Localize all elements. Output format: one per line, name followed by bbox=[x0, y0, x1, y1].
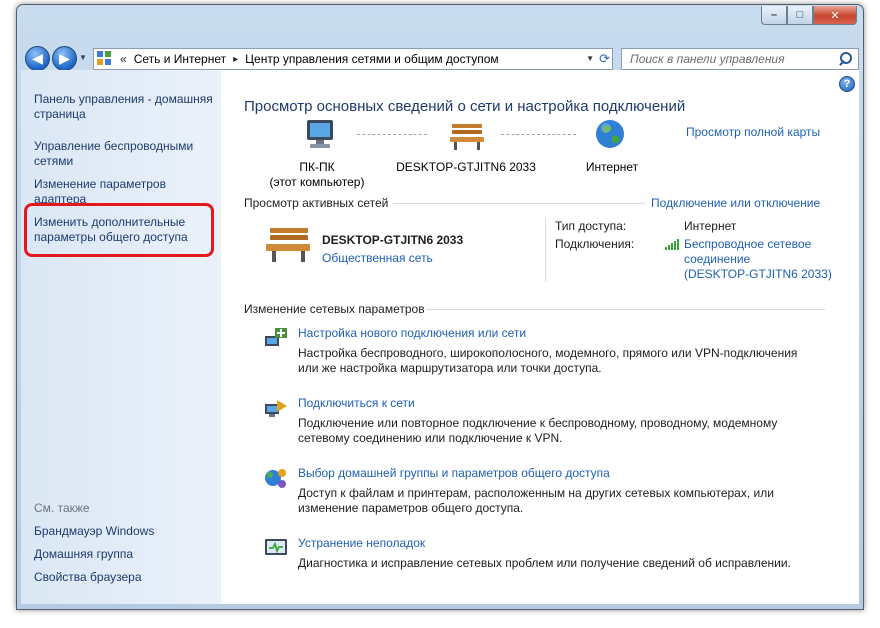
map-node-pc-name: ПК-ПК bbox=[299, 160, 335, 174]
full-map-link[interactable]: Просмотр полной карты bbox=[686, 125, 820, 139]
homegroup-icon bbox=[265, 469, 286, 488]
search-icon[interactable] bbox=[836, 49, 856, 69]
bench-icon bbox=[450, 124, 484, 150]
computer-icon bbox=[307, 120, 333, 148]
breadcrumb-network-center[interactable]: Центр управления сетями и общим доступом bbox=[241, 52, 503, 66]
back-button[interactable]: ◀ bbox=[25, 46, 50, 71]
breadcrumb-separator-icon[interactable]: ▸ bbox=[230, 54, 241, 65]
recent-pages-dropdown[interactable]: ▼ bbox=[79, 53, 87, 62]
access-type-value: Интернет bbox=[684, 219, 737, 233]
section-divider bbox=[393, 203, 645, 204]
task-new-connection-desc: Настройка беспроводного, широкополосного… bbox=[298, 346, 798, 360]
breadcrumb-network-internet[interactable]: Сеть и Интернет bbox=[130, 52, 230, 66]
content-area: Панель управления - домашняя страница Уп… bbox=[21, 70, 859, 604]
navigation-bar: ◀ ▶ ▼ « Сеть и Интернет ▸ Центр управлен… bbox=[23, 45, 859, 73]
control-panel-icon bbox=[97, 51, 113, 67]
map-node-pc[interactable]: ПК-ПК (этот компьютер) bbox=[267, 160, 367, 190]
map-node-internet[interactable]: Интернет bbox=[577, 160, 647, 175]
sidebar-link-homegroup[interactable]: Домашняя группа bbox=[34, 547, 133, 562]
wireless-connection-link[interactable]: Беспроводное сетевое соединение (DESKTOP… bbox=[684, 237, 844, 282]
forward-arrow-icon: ▶ bbox=[59, 50, 70, 66]
internet-globe-icon bbox=[596, 120, 624, 148]
network-type-link[interactable]: Общественная сеть bbox=[322, 251, 433, 266]
back-arrow-icon: ◀ bbox=[32, 50, 43, 66]
map-node-pc-desc: (этот компьютер) bbox=[269, 175, 365, 189]
change-settings-heading: Изменение сетевых параметров bbox=[244, 302, 425, 316]
close-button[interactable]: ✕ bbox=[813, 6, 857, 25]
wireless-connection-line2[interactable]: соединение bbox=[684, 252, 844, 267]
caption-buttons: – □ ✕ bbox=[761, 6, 857, 25]
search-box[interactable]: Поиск в панели управления bbox=[621, 48, 859, 70]
search-input[interactable]: Поиск в панели управления bbox=[622, 52, 836, 66]
highlight-box bbox=[24, 203, 214, 257]
address-bar[interactable]: « Сеть и Интернет ▸ Центр управления сет… bbox=[93, 48, 613, 70]
connect-disconnect-link[interactable]: Подключение или отключение bbox=[651, 196, 820, 211]
forward-button[interactable]: ▶ bbox=[52, 46, 77, 71]
task-troubleshoot-desc: Диагностика и исправление сетевых пробле… bbox=[298, 556, 791, 570]
sidebar-link-browser[interactable]: Свойства браузера bbox=[34, 570, 142, 585]
task-homegroup-desc2: изменение параметров общего доступа. bbox=[298, 501, 524, 515]
task-homegroup-link[interactable]: Выбор домашней группы и параметров общег… bbox=[298, 466, 610, 481]
refresh-icon[interactable]: ⟳ bbox=[599, 51, 610, 67]
new-connection-icon bbox=[265, 328, 287, 346]
task-connect-desc2: сетевому соединению или подключение к VP… bbox=[298, 431, 563, 445]
maximize-button[interactable]: □ bbox=[787, 6, 813, 25]
sidebar-item-wireless[interactable]: Управление беспроводными сетями bbox=[34, 139, 214, 169]
sidebar: Панель управления - домашняя страница Уп… bbox=[21, 70, 221, 604]
access-type-label: Тип доступа: bbox=[555, 219, 627, 233]
troubleshoot-icon bbox=[265, 539, 287, 555]
task-new-connection-link[interactable]: Настройка нового подключения или сети bbox=[298, 326, 526, 341]
map-link-line bbox=[357, 134, 427, 135]
section-divider bbox=[426, 309, 825, 310]
map-link-line bbox=[501, 134, 576, 135]
wireless-connection-line3[interactable]: (DESKTOP-GTJITN6 2033) bbox=[684, 267, 844, 282]
active-network-name: DESKTOP-GTJITN6 2033 bbox=[322, 233, 464, 247]
connect-network-icon bbox=[265, 400, 287, 417]
vertical-divider bbox=[545, 218, 546, 282]
signal-strength-icon bbox=[665, 239, 679, 250]
see-also-heading: См. также bbox=[34, 501, 90, 515]
task-new-connection-desc2: или же настройка маршрутизатора или точк… bbox=[298, 361, 602, 375]
task-troubleshoot-link[interactable]: Устранение неполадок bbox=[298, 536, 425, 551]
task-connect-link[interactable]: Подключиться к сети bbox=[298, 396, 415, 411]
sidebar-item-home[interactable]: Панель управления - домашняя страница bbox=[34, 92, 214, 122]
active-networks-heading: Просмотр активных сетей bbox=[244, 196, 389, 210]
page-title: Просмотр основных сведений о сети и наст… bbox=[244, 98, 686, 115]
sidebar-link-firewall[interactable]: Брандмауэр Windows bbox=[34, 524, 154, 539]
task-homegroup-desc: Доступ к файлам и принтерам, расположенн… bbox=[298, 486, 774, 500]
bench-icon bbox=[266, 228, 310, 262]
address-dropdown-icon[interactable]: ▼ bbox=[586, 54, 594, 63]
minimize-button[interactable]: – bbox=[761, 6, 787, 25]
wireless-connection-line1[interactable]: Беспроводное сетевое bbox=[684, 237, 844, 252]
help-icon[interactable]: ? bbox=[839, 76, 855, 92]
task-connect-desc: Подключение или повторное подключение к … bbox=[298, 416, 778, 430]
breadcrumb-overflow[interactable]: « bbox=[117, 52, 130, 66]
map-node-network[interactable]: DESKTOP-GTJITN6 2033 bbox=[391, 160, 541, 175]
connections-label: Подключения: bbox=[555, 237, 635, 251]
